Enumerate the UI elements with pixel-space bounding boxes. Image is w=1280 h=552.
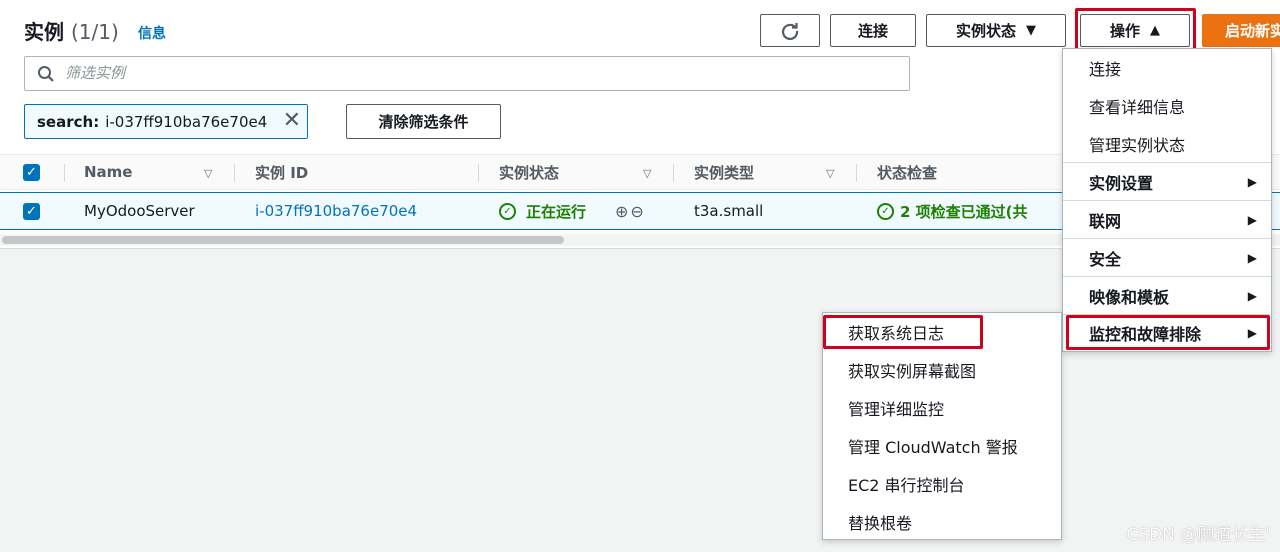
submenu-item-replace-root-volume[interactable]: 替换根卷 bbox=[823, 503, 1061, 541]
checkbox-checked-icon: ✓ bbox=[23, 163, 40, 181]
caret-down-icon: ▼ bbox=[1026, 23, 1036, 38]
menu-item-label: 安全 bbox=[1089, 250, 1122, 269]
column-instance-id[interactable]: 实例 ID bbox=[255, 155, 308, 189]
column-instance-type[interactable]: 实例类型 bbox=[694, 155, 754, 189]
column-divider bbox=[478, 164, 479, 182]
column-divider bbox=[64, 164, 65, 182]
menu-item-monitor-troubleshoot[interactable]: 监控和故障排除 ▶ bbox=[1063, 314, 1271, 352]
column-divider bbox=[856, 164, 857, 182]
submenu-item-label: 获取实例屏幕截图 bbox=[848, 362, 977, 381]
actions-button[interactable]: 操作 ▲ bbox=[1080, 14, 1190, 47]
close-icon[interactable]: ✕ bbox=[283, 110, 301, 132]
column-divider bbox=[673, 164, 674, 182]
menu-item-connect[interactable]: 连接 bbox=[1063, 49, 1271, 87]
column-name[interactable]: Name bbox=[84, 155, 132, 189]
sort-icon[interactable]: ▽ bbox=[826, 167, 834, 180]
menu-item-networking[interactable]: 联网 ▶ bbox=[1063, 201, 1271, 239]
caret-up-icon: ▲ bbox=[1150, 23, 1160, 38]
refresh-button[interactable] bbox=[760, 14, 820, 47]
instance-state-label: 实例状态 bbox=[955, 22, 1016, 40]
submenu-item-detailed-monitoring[interactable]: 管理详细监控 bbox=[823, 389, 1061, 427]
caret-right-icon: ▶ bbox=[1247, 175, 1257, 189]
caret-right-icon: ▶ bbox=[1247, 251, 1257, 265]
instance-state-button[interactable]: 实例状态 ▼ bbox=[926, 14, 1066, 47]
row-status-check-text: 2 项检查已通过(共 bbox=[900, 202, 1028, 221]
monitor-submenu: 获取系统日志 获取实例屏幕截图 管理详细监控 管理 CloudWatch 警报 … bbox=[822, 312, 1062, 540]
check-circle-icon: ✓ bbox=[499, 202, 516, 220]
zoom-in-icon[interactable]: ⊕ bbox=[615, 202, 628, 221]
clear-filters-label: 清除筛选条件 bbox=[378, 113, 469, 131]
caret-right-icon: ▶ bbox=[1247, 326, 1257, 340]
checkbox-checked-icon: ✓ bbox=[23, 202, 40, 220]
submenu-item-label: EC2 串行控制台 bbox=[848, 476, 965, 495]
menu-item-security[interactable]: 安全 ▶ bbox=[1063, 239, 1271, 277]
instance-count: (1/1) bbox=[70, 20, 119, 44]
menu-item-label: 联网 bbox=[1089, 212, 1122, 231]
zoom-controls: ⊕ ⊖ bbox=[615, 193, 644, 229]
menu-item-label: 映像和模板 bbox=[1089, 288, 1170, 307]
column-divider bbox=[234, 164, 235, 182]
zoom-out-icon[interactable]: ⊖ bbox=[630, 202, 643, 221]
select-all-checkbox[interactable]: ✓ bbox=[23, 155, 40, 189]
submenu-item-label: 管理 CloudWatch 警报 bbox=[848, 438, 1018, 457]
refresh-icon bbox=[781, 22, 799, 40]
filter-input[interactable] bbox=[65, 65, 885, 82]
launch-instance-button[interactable]: 启动新实 bbox=[1202, 14, 1280, 47]
connect-button-label: 连接 bbox=[857, 22, 888, 40]
submenu-item-label: 管理详细监控 bbox=[848, 400, 945, 419]
row-instance-type: t3a.small bbox=[694, 202, 764, 220]
menu-item-label: 实例设置 bbox=[1089, 174, 1154, 193]
filter-token: search: i-037ff910ba76e70e4 ✕ bbox=[24, 104, 308, 139]
page-title-text: 实例 bbox=[24, 20, 64, 44]
menu-item-label: 查看详细信息 bbox=[1089, 98, 1186, 117]
submenu-item-get-system-log[interactable]: 获取系统日志 bbox=[823, 313, 1061, 351]
menu-item-manage-state[interactable]: 管理实例状态 bbox=[1063, 125, 1271, 163]
row-instance-state: ✓ 正在运行 bbox=[499, 193, 586, 229]
menu-item-label: 连接 bbox=[1089, 60, 1122, 79]
sort-icon[interactable]: ▽ bbox=[643, 167, 651, 180]
actions-button-label: 操作 bbox=[1109, 22, 1140, 40]
menu-item-label: 监控和故障排除 bbox=[1089, 325, 1202, 344]
filter-token-value: i-037ff910ba76e70e4 bbox=[105, 112, 268, 131]
row-instance-id-link[interactable]: i-037ff910ba76e70e4 bbox=[255, 193, 417, 229]
launch-button-label: 启动新实 bbox=[1225, 22, 1280, 40]
menu-item-label: 管理实例状态 bbox=[1089, 136, 1186, 155]
menu-item-image-templates[interactable]: 映像和模板 ▶ bbox=[1063, 277, 1271, 315]
row-status-check: ✓ 2 项检查已通过(共 bbox=[877, 193, 1028, 229]
row-name: MyOdooServer bbox=[84, 202, 195, 220]
menu-item-instance-settings[interactable]: 实例设置 ▶ bbox=[1063, 163, 1271, 201]
submenu-item-cloudwatch-alarms[interactable]: 管理 CloudWatch 警报 bbox=[823, 427, 1061, 465]
check-circle-icon: ✓ bbox=[877, 202, 894, 220]
actions-menu: 连接 查看详细信息 管理实例状态 实例设置 ▶ 联网 ▶ 安全 ▶ 映像和模板 … bbox=[1062, 48, 1272, 352]
submenu-item-serial-console[interactable]: EC2 串行控制台 bbox=[823, 465, 1061, 503]
watermark: CSDN @顾道长生' bbox=[1126, 525, 1270, 545]
scrollbar-thumb[interactable] bbox=[2, 236, 564, 244]
column-instance-state[interactable]: 实例状态 bbox=[499, 155, 559, 189]
search-icon bbox=[38, 65, 54, 82]
caret-right-icon: ▶ bbox=[1247, 213, 1257, 227]
menu-item-view-details[interactable]: 查看详细信息 bbox=[1063, 87, 1271, 125]
row-state-text: 正在运行 bbox=[526, 202, 587, 221]
submenu-item-label: 替换根卷 bbox=[848, 514, 913, 533]
submenu-item-screenshot[interactable]: 获取实例屏幕截图 bbox=[823, 351, 1061, 389]
filter-token-key: search: bbox=[37, 112, 100, 131]
caret-right-icon: ▶ bbox=[1247, 289, 1257, 303]
filter-search[interactable] bbox=[24, 56, 910, 91]
page-title: 实例 (1/1) bbox=[24, 16, 119, 45]
sort-icon[interactable]: ▽ bbox=[204, 167, 212, 180]
column-status-check[interactable]: 状态检查 bbox=[877, 155, 937, 189]
info-link[interactable]: 信息 bbox=[138, 23, 166, 43]
connect-button[interactable]: 连接 bbox=[830, 14, 916, 47]
clear-filters-button[interactable]: 清除筛选条件 bbox=[346, 104, 501, 139]
row-checkbox[interactable]: ✓ bbox=[23, 193, 40, 229]
submenu-item-label: 获取系统日志 bbox=[848, 324, 945, 343]
